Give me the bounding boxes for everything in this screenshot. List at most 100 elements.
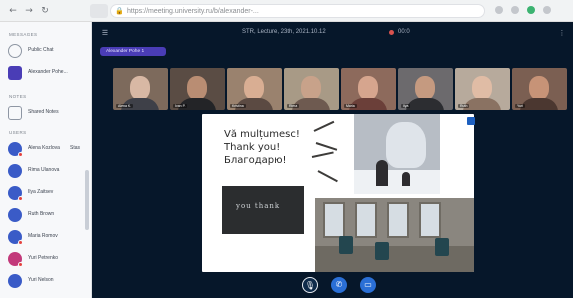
sidebar-scrollbar[interactable] xyxy=(85,170,89,230)
tab-icon[interactable] xyxy=(90,4,108,18)
participant-face xyxy=(472,76,492,100)
chair xyxy=(339,236,353,254)
menu-icon[interactable]: ☰ xyxy=(101,29,109,37)
user-name: Ruth Brown xyxy=(28,211,55,217)
status-indicator xyxy=(18,196,23,201)
snow-ground xyxy=(354,170,440,194)
status-indicator xyxy=(18,152,23,157)
chat-icon xyxy=(8,44,22,58)
participant-face xyxy=(244,76,264,100)
participant-face xyxy=(529,76,549,100)
sidebar-item-shared-notes[interactable]: Shared Notes xyxy=(8,104,88,122)
user-list-item[interactable]: Yuri Petrenko xyxy=(8,250,88,268)
sidebar-item-public-chat[interactable]: Public Chat xyxy=(8,42,88,60)
user-name: Alena Kozlova xyxy=(28,145,60,151)
video-tile[interactable]: Ruth xyxy=(455,68,510,110)
chalkboard-image: you thank xyxy=(222,186,304,234)
user-list-item[interactable]: Alena Kozlova Stas xyxy=(8,140,88,158)
recording-timer: 00:0 xyxy=(398,29,410,35)
browser-toolbar: ← → ↻ 🔒 https://meeting.university.ru/b/… xyxy=(0,0,573,22)
screen-share-button[interactable]: ▭ xyxy=(360,277,376,293)
sidebar-item-private-chat[interactable]: Alexander Pohe... xyxy=(8,64,88,82)
lock-icon: 🔒 xyxy=(115,7,124,15)
section-title-notes: Notes xyxy=(9,94,27,99)
window xyxy=(419,202,441,238)
video-tile[interactable]: Ilya xyxy=(398,68,453,110)
participant-name: Rima xyxy=(287,104,300,108)
forward-icon[interactable]: → xyxy=(22,4,36,18)
screen-share-icon: ▭ xyxy=(364,280,372,289)
user-list-item[interactable]: Ruth Brown xyxy=(8,206,88,224)
window xyxy=(323,202,345,238)
phone-icon: ✆ xyxy=(335,280,343,289)
meeting-header: ☰ STR, Lecture, 23th, 2021.10.12 00:0 ⋮ xyxy=(92,22,573,44)
video-tile[interactable]: Maria xyxy=(341,68,396,110)
branch-decoration xyxy=(310,120,348,190)
user-name: Ilya Zaitsev xyxy=(28,189,54,195)
extension-icon[interactable] xyxy=(511,6,519,14)
more-options-icon[interactable]: ⋮ xyxy=(558,29,566,37)
reload-icon[interactable]: ↻ xyxy=(38,4,52,18)
section-title-users: Users xyxy=(9,130,27,135)
presentation-minimize-button[interactable] xyxy=(467,117,475,125)
user-name: Yuri Nelson xyxy=(28,277,54,283)
avatar xyxy=(8,208,22,222)
user-list-item[interactable]: Yuri Nelson xyxy=(8,272,88,290)
chair xyxy=(435,238,449,256)
microphone-button[interactable]: 🎙 xyxy=(302,277,318,293)
presenter-badge[interactable]: Alexander Pohe 1 xyxy=(100,47,166,56)
sidebar-item-label: Shared Notes xyxy=(28,109,59,115)
conference-area: ☰ STR, Lecture, 23th, 2021.10.12 00:0 ⋮ … xyxy=(92,22,573,298)
user-name: Rima Ulanova xyxy=(28,167,60,173)
url-text: https://meeting.university.ru/b/alexande… xyxy=(127,8,259,15)
person-silhouette xyxy=(376,160,388,186)
avatar xyxy=(8,66,22,80)
participant-name: Ilya xyxy=(401,104,411,108)
leave-audio-button[interactable]: ✆ xyxy=(331,277,347,293)
user-name: Yuri Petrenko xyxy=(28,255,59,261)
chalkboard-text: you thank xyxy=(236,202,281,210)
user-status-text: Stas xyxy=(70,145,81,151)
window xyxy=(387,202,409,238)
video-tile[interactable]: Ivan P. xyxy=(170,68,225,110)
section-title-messages: Messages xyxy=(9,32,38,37)
video-tile[interactable]: Alena K. xyxy=(113,68,168,110)
recording-indicator[interactable] xyxy=(389,30,394,35)
extension-icon[interactable] xyxy=(495,6,503,14)
user-name: Maria Romov xyxy=(28,233,58,239)
video-tile[interactable]: Rima xyxy=(284,68,339,110)
status-indicator xyxy=(18,240,23,245)
back-icon[interactable]: ← xyxy=(6,4,20,18)
winter-photo xyxy=(354,114,440,194)
chair xyxy=(375,242,389,260)
video-tile[interactable]: Kristina xyxy=(227,68,282,110)
sidebar: Messages Public Chat Alexander Pohe... N… xyxy=(0,22,92,298)
sidebar-item-label: Alexander Pohe... xyxy=(28,69,68,75)
participant-face xyxy=(415,76,435,100)
window xyxy=(355,202,377,238)
profile-avatar[interactable] xyxy=(527,6,535,14)
user-list-item[interactable]: Rima Ulanova xyxy=(8,162,88,180)
participant-name: Maria xyxy=(344,104,357,108)
participant-name: Yuri xyxy=(515,104,526,108)
participant-body xyxy=(520,98,558,110)
participant-face xyxy=(130,76,150,100)
participant-name: Ruth xyxy=(458,104,470,108)
user-list-item[interactable]: Maria Romov xyxy=(8,228,88,246)
avatar xyxy=(8,164,22,178)
presentation-slide[interactable]: Vă mulțumesc! Thank you! Благодарю! you … xyxy=(202,114,474,272)
participant-name: Alena K. xyxy=(116,104,134,108)
microphone-icon: 🎙 xyxy=(304,281,316,290)
participant-name: Kristina xyxy=(230,104,246,108)
meeting-title: STR, Lecture, 23th, 2021.10.12 xyxy=(242,29,326,35)
video-tile[interactable]: Yuri xyxy=(512,68,567,110)
participant-face xyxy=(187,76,207,100)
avatar xyxy=(8,274,22,288)
address-bar[interactable]: 🔒 https://meeting.university.ru/b/alexan… xyxy=(110,4,485,18)
participant-body xyxy=(406,98,444,110)
menu-icon[interactable] xyxy=(543,6,551,14)
user-list-item[interactable]: Ilya Zaitsev xyxy=(8,184,88,202)
snow-tree xyxy=(386,122,426,168)
sidebar-item-label: Public Chat xyxy=(28,47,54,53)
notes-icon xyxy=(8,106,22,120)
